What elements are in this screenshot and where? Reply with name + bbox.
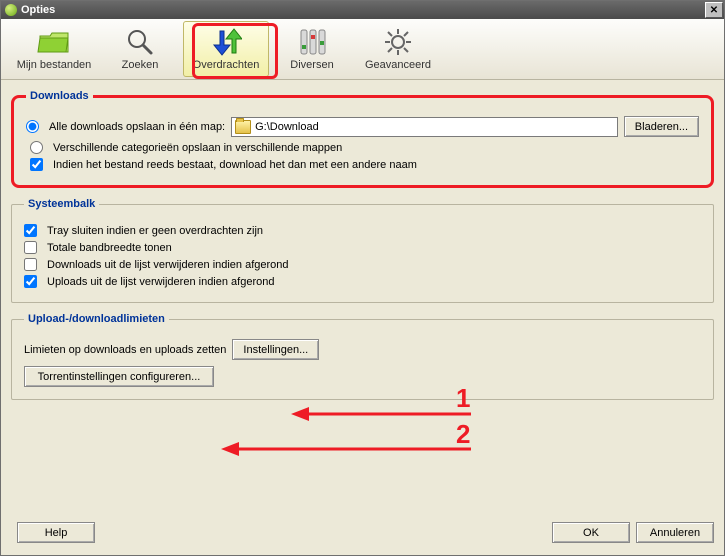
radio-per-category[interactable]: [30, 141, 43, 154]
group-systray: Systeembalk Tray sluiten indien er geen …: [11, 198, 714, 303]
tab-label: Mijn bestanden: [17, 59, 92, 71]
tab-mijn-bestanden[interactable]: Mijn bestanden: [11, 21, 97, 77]
window-title: Opties: [21, 4, 705, 16]
transfer-icon: [209, 27, 243, 57]
row-remove-uploads: Uploads uit de lijst verwijderen indien …: [24, 275, 701, 288]
annotation-number-2: 2: [456, 419, 470, 450]
row-rename-existing: Indien het bestand reeds bestaat, downlo…: [30, 158, 699, 171]
gear-icon: [381, 27, 415, 57]
label-show-bandwidth: Totale bandbreedte tonen: [47, 242, 172, 254]
cancel-button[interactable]: Annuleren: [636, 522, 714, 543]
tab-label: Overdrachten: [193, 59, 260, 71]
row-download-categories: Verschillende categorieën opslaan in ver…: [30, 141, 699, 154]
row-show-bandwidth: Totale bandbreedte tonen: [24, 241, 701, 254]
checkbox-show-bandwidth[interactable]: [24, 241, 37, 254]
group-legend: Systeembalk: [24, 198, 99, 210]
label-per-category: Verschillende categorieën opslaan in ver…: [53, 142, 342, 154]
radio-single-folder[interactable]: [26, 120, 39, 133]
close-icon[interactable]: ✕: [705, 2, 723, 18]
settings-button[interactable]: Instellingen...: [232, 339, 319, 360]
sliders-icon: [295, 27, 329, 57]
download-path-value: G:\Download: [255, 121, 319, 133]
folder-icon: [235, 120, 251, 134]
tab-overdrachten[interactable]: Overdrachten: [183, 21, 269, 77]
browse-button[interactable]: Bladeren...: [624, 116, 699, 137]
row-limits: Limieten op downloads en uploads zetten …: [24, 339, 701, 360]
label-single-folder: Alle downloads opslaan in één map:: [49, 121, 225, 133]
app-icon: [5, 4, 17, 16]
tab-label: Diversen: [290, 59, 333, 71]
tab-diversen[interactable]: Diversen: [269, 21, 355, 77]
torrent-settings-button[interactable]: Torrentinstellingen configureren...: [24, 366, 214, 387]
label-tray-close: Tray sluiten indien er geen overdrachten…: [47, 225, 263, 237]
group-legend: Downloads: [26, 90, 93, 102]
group-downloads: Downloads Alle downloads opslaan in één …: [11, 90, 714, 188]
checkbox-remove-downloads[interactable]: [24, 258, 37, 271]
label-remove-downloads: Downloads uit de lijst verwijderen indie…: [47, 259, 289, 271]
tab-label: Zoeken: [122, 59, 159, 71]
checkbox-rename-existing[interactable]: [30, 158, 43, 171]
row-tray-close: Tray sluiten indien er geen overdrachten…: [24, 224, 701, 237]
annotation-number-1: 1: [456, 383, 470, 414]
label-rename-existing: Indien het bestand reeds bestaat, downlo…: [53, 159, 417, 171]
help-button[interactable]: Help: [17, 522, 95, 543]
group-legend: Upload-/downloadlimieten: [24, 313, 169, 325]
checkbox-tray-close[interactable]: [24, 224, 37, 237]
tab-zoeken[interactable]: Zoeken: [97, 21, 183, 77]
tab-label: Geavanceerd: [365, 59, 431, 71]
folder-icon: [37, 27, 71, 57]
toolbar: Mijn bestanden Zoeken Overdrachten: [1, 19, 724, 80]
checkbox-remove-uploads[interactable]: [24, 275, 37, 288]
row-remove-downloads: Downloads uit de lijst verwijderen indie…: [24, 258, 701, 271]
download-path-input[interactable]: G:\Download: [231, 117, 618, 137]
label-remove-uploads: Uploads uit de lijst verwijderen indien …: [47, 276, 274, 288]
ok-button[interactable]: OK: [552, 522, 630, 543]
label-limits: Limieten op downloads en uploads zetten: [24, 344, 226, 356]
group-limits: Upload-/downloadlimieten Limieten op dow…: [11, 313, 714, 400]
row-download-single: Alle downloads opslaan in één map: G:\Do…: [26, 116, 699, 137]
body: Downloads Alle downloads opslaan in één …: [1, 80, 724, 555]
title-bar: Opties ✕: [1, 1, 724, 19]
options-window: Opties ✕ Mijn bestanden Zoeken: [0, 0, 725, 556]
search-icon: [123, 27, 157, 57]
tab-geavanceerd[interactable]: Geavanceerd: [355, 21, 441, 77]
bottom-bar: Help OK Annuleren: [11, 522, 714, 543]
